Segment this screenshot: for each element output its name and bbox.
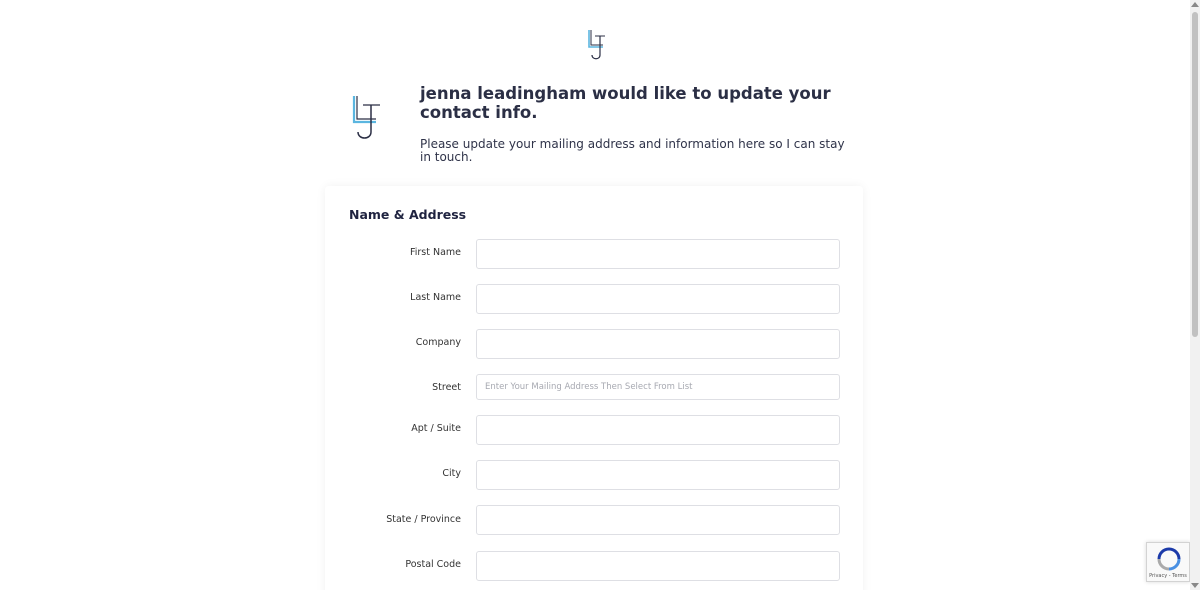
street-field[interactable]: [476, 374, 840, 400]
city-label: City: [442, 468, 461, 479]
lj-logo-icon: [588, 30, 605, 60]
page-scrollbar[interactable]: [1190, 0, 1200, 590]
street-label: Street: [432, 382, 461, 393]
address-form-card: Name & Address First Name Last Name Comp…: [325, 186, 863, 590]
lj-logo-icon: [352, 96, 380, 139]
recaptcha-badge[interactable]: Privacy - Terms: [1146, 542, 1190, 582]
company-label: Company: [415, 337, 461, 348]
state-province-field[interactable]: [476, 505, 840, 535]
last-name-label: Last Name: [410, 292, 461, 303]
first-name-label: First Name: [409, 247, 461, 258]
apt-suite-label: Apt / Suite: [411, 423, 461, 434]
company-field[interactable]: [476, 329, 840, 359]
scroll-up-icon[interactable]: [1191, 2, 1199, 7]
contact-update-page: jenna leadingham would like to update yo…: [0, 0, 1200, 590]
intro-message: Please update your mailing address and i…: [420, 137, 845, 164]
apt-suite-field[interactable]: [476, 415, 840, 445]
scroll-thumb[interactable]: [1192, 12, 1198, 337]
intro-headline: jenna leadingham would like to update yo…: [420, 84, 831, 122]
postal-code-field[interactable]: [476, 551, 840, 581]
recaptcha-footer[interactable]: Privacy - Terms: [1147, 573, 1189, 579]
scroll-down-icon[interactable]: [1191, 583, 1199, 588]
first-name-field[interactable]: [476, 239, 840, 269]
city-field[interactable]: [476, 460, 840, 490]
state-province-label: State / Province: [386, 514, 461, 525]
recaptcha-icon: [1157, 547, 1181, 571]
section-title: Name & Address: [349, 207, 467, 222]
postal-code-label: Postal Code: [405, 559, 461, 570]
last-name-field[interactable]: [476, 284, 840, 314]
